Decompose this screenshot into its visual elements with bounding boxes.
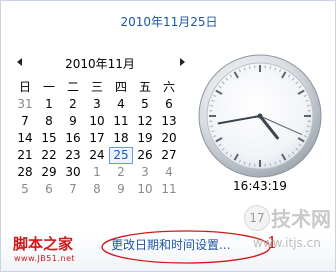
calendar-day[interactable]: 4	[157, 164, 181, 181]
calendar-day[interactable]: 15	[37, 130, 61, 147]
calendar-day[interactable]: 13	[157, 113, 181, 130]
calendar-day[interactable]: 20	[157, 130, 181, 147]
clock-minute-tick	[306, 104, 310, 107]
triangle-left-icon	[17, 58, 22, 66]
calendar-day[interactable]: 14	[13, 130, 37, 147]
calendar-day[interactable]: 1	[37, 96, 61, 113]
calendar-day[interactable]: 26	[133, 147, 157, 164]
calendar-day[interactable]: 9	[61, 113, 85, 130]
calendar-day[interactable]: 30	[61, 164, 85, 181]
calendar-day[interactable]: 9	[109, 181, 133, 198]
calendar-day[interactable]: 12	[133, 113, 157, 130]
weekday-header: 四	[114, 80, 127, 94]
calendar-day[interactable]: 23	[61, 147, 85, 164]
calendar-day[interactable]: 8	[37, 113, 61, 130]
change-date-time-settings-link[interactable]: 更改日期和时间设置...	[111, 236, 230, 253]
calendar-day[interactable]: 27	[157, 147, 181, 164]
clock-minute-tick	[210, 125, 214, 128]
next-month-button[interactable]	[177, 55, 187, 69]
weekday-header: 二	[66, 80, 79, 94]
calendar-day[interactable]: 28	[13, 164, 37, 181]
calendar-day[interactable]: 24	[85, 147, 109, 164]
calendar-day[interactable]: 10	[133, 181, 157, 198]
weekday-header: 一	[42, 80, 55, 94]
calendar-day[interactable]: 8	[85, 181, 109, 198]
calendar-day[interactable]: 1	[85, 164, 109, 181]
clock-minute-tick	[248, 162, 251, 166]
calendar-day[interactable]: 18	[109, 130, 133, 147]
calendar-day[interactable]: 3	[85, 96, 109, 113]
calendar-day[interactable]: 31	[13, 96, 37, 113]
analog-clock-icon	[198, 54, 322, 178]
digital-time: 16:43:19	[233, 179, 287, 193]
previous-month-button[interactable]	[15, 55, 25, 69]
calendar-day[interactable]: 11	[109, 113, 133, 130]
weekday-header: 日	[18, 80, 31, 94]
triangle-right-icon	[180, 58, 185, 66]
clock-minute-tick	[269, 162, 272, 166]
clock-minute-tick	[210, 104, 214, 107]
calendar-day[interactable]: 2	[109, 164, 133, 181]
calendar-day[interactable]: 6	[157, 96, 181, 113]
calendar-day[interactable]: 2	[61, 96, 85, 113]
month-header: 2010年11月	[13, 53, 187, 73]
calendar-day[interactable]: 5	[133, 96, 157, 113]
calendar-day-today[interactable]: 25	[109, 147, 133, 164]
watermark-left-url: www.JB51.net	[14, 254, 76, 263]
calendar-day[interactable]: 5	[13, 181, 37, 198]
clock-minute-tick	[269, 66, 272, 70]
calendar-day[interactable]: 6	[37, 181, 61, 198]
calendar-day[interactable]: 17	[85, 130, 109, 147]
month-title[interactable]: 2010年11月	[33, 55, 167, 72]
calendar-day[interactable]: 10	[85, 113, 109, 130]
calendar-day[interactable]: 22	[37, 147, 61, 164]
calendar-day[interactable]: 7	[61, 181, 85, 198]
weekday-header: 三	[90, 80, 103, 94]
calendar-day[interactable]: 3	[133, 164, 157, 181]
calendar-grid: 日一二三四五六 31 1 2 3 4 5 6 7 8 9 10 11 12 13 14 15 16 17 18 19 20…	[13, 79, 181, 198]
clock-minute-tick	[248, 66, 251, 70]
weekday-header: 五	[138, 80, 151, 94]
watermark-left-title: 脚本之家	[13, 235, 74, 253]
clock-minute-tick	[306, 125, 310, 128]
long-date-link[interactable]: 2010年11月25日	[1, 13, 336, 30]
watermark-right-url: www.itjs.cn	[253, 236, 321, 250]
calendar-day[interactable]: 11	[157, 181, 181, 198]
calendar-day[interactable]: 7	[13, 113, 37, 130]
clock-center-pin	[257, 113, 263, 119]
calendar-flyout: 2010年11月25日 2010年11月 日一二三四五六 31 1 2 3 4 5 6 7 8 9 1…	[0, 0, 336, 272]
watermark-right-title: 技术网	[271, 207, 331, 231]
calendar-day[interactable]: 21	[13, 147, 37, 164]
weekday-header: 六	[162, 80, 175, 94]
calendar-day[interactable]: 16	[61, 130, 85, 147]
watermark-logo-icon: 17	[244, 205, 270, 231]
calendar-day[interactable]: 4	[109, 96, 133, 113]
calendar-day[interactable]: 29	[37, 164, 61, 181]
calendar-day[interactable]: 19	[133, 130, 157, 147]
